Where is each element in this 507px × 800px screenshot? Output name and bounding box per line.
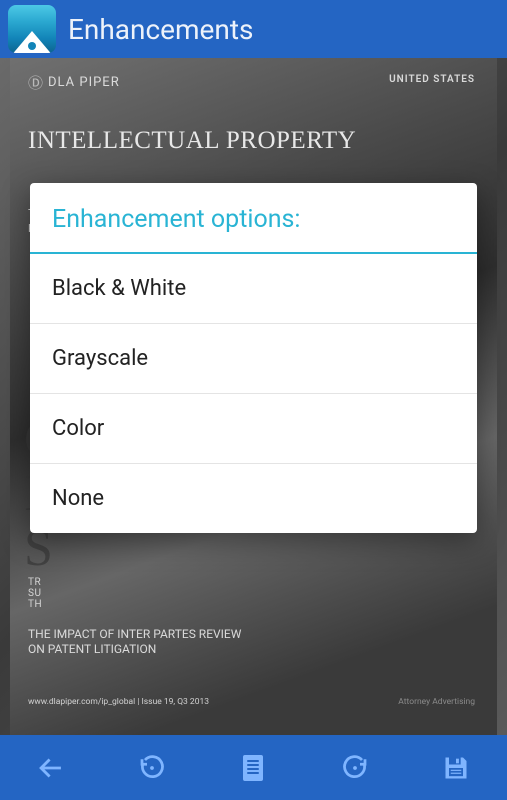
doc-title-line1: INTELLECTUAL PROPERTY: [28, 127, 479, 155]
rotate-right-icon: [340, 753, 370, 783]
back-button[interactable]: [27, 744, 75, 792]
doc-footer-right: Attorney Advertising: [398, 697, 475, 707]
doc-article-title: THE IMPACT OF INTER PARTES REVIEW ON PAT…: [28, 627, 248, 657]
save-icon: [442, 754, 470, 782]
document-button[interactable]: [229, 744, 277, 792]
rotate-left-button[interactable]: [128, 744, 176, 792]
save-button[interactable]: [432, 744, 480, 792]
doc-side-text: TR SU TH: [28, 577, 42, 610]
option-black-white[interactable]: Black & White: [30, 254, 477, 324]
app-header: Enhancements: [0, 0, 507, 58]
option-grayscale[interactable]: Grayscale: [30, 324, 477, 394]
app-logo-icon: [8, 5, 56, 53]
rotate-left-icon: [137, 753, 167, 783]
rotate-right-button[interactable]: [331, 744, 379, 792]
doc-region-text: UNITED STATES: [389, 74, 475, 85]
option-none[interactable]: None: [30, 464, 477, 533]
enhancement-options-dialog: Enhancement options: Black & White Grays…: [30, 183, 477, 533]
doc-footer-left: www.dlapiper.com/ip_global | Issue 19, Q…: [28, 697, 209, 707]
bottom-toolbar: [0, 735, 507, 800]
option-color[interactable]: Color: [30, 394, 477, 464]
dialog-title: Enhancement options:: [30, 183, 477, 254]
document-icon: [240, 754, 266, 782]
page-title: Enhancements: [68, 13, 253, 46]
arrow-left-icon: [34, 751, 68, 785]
